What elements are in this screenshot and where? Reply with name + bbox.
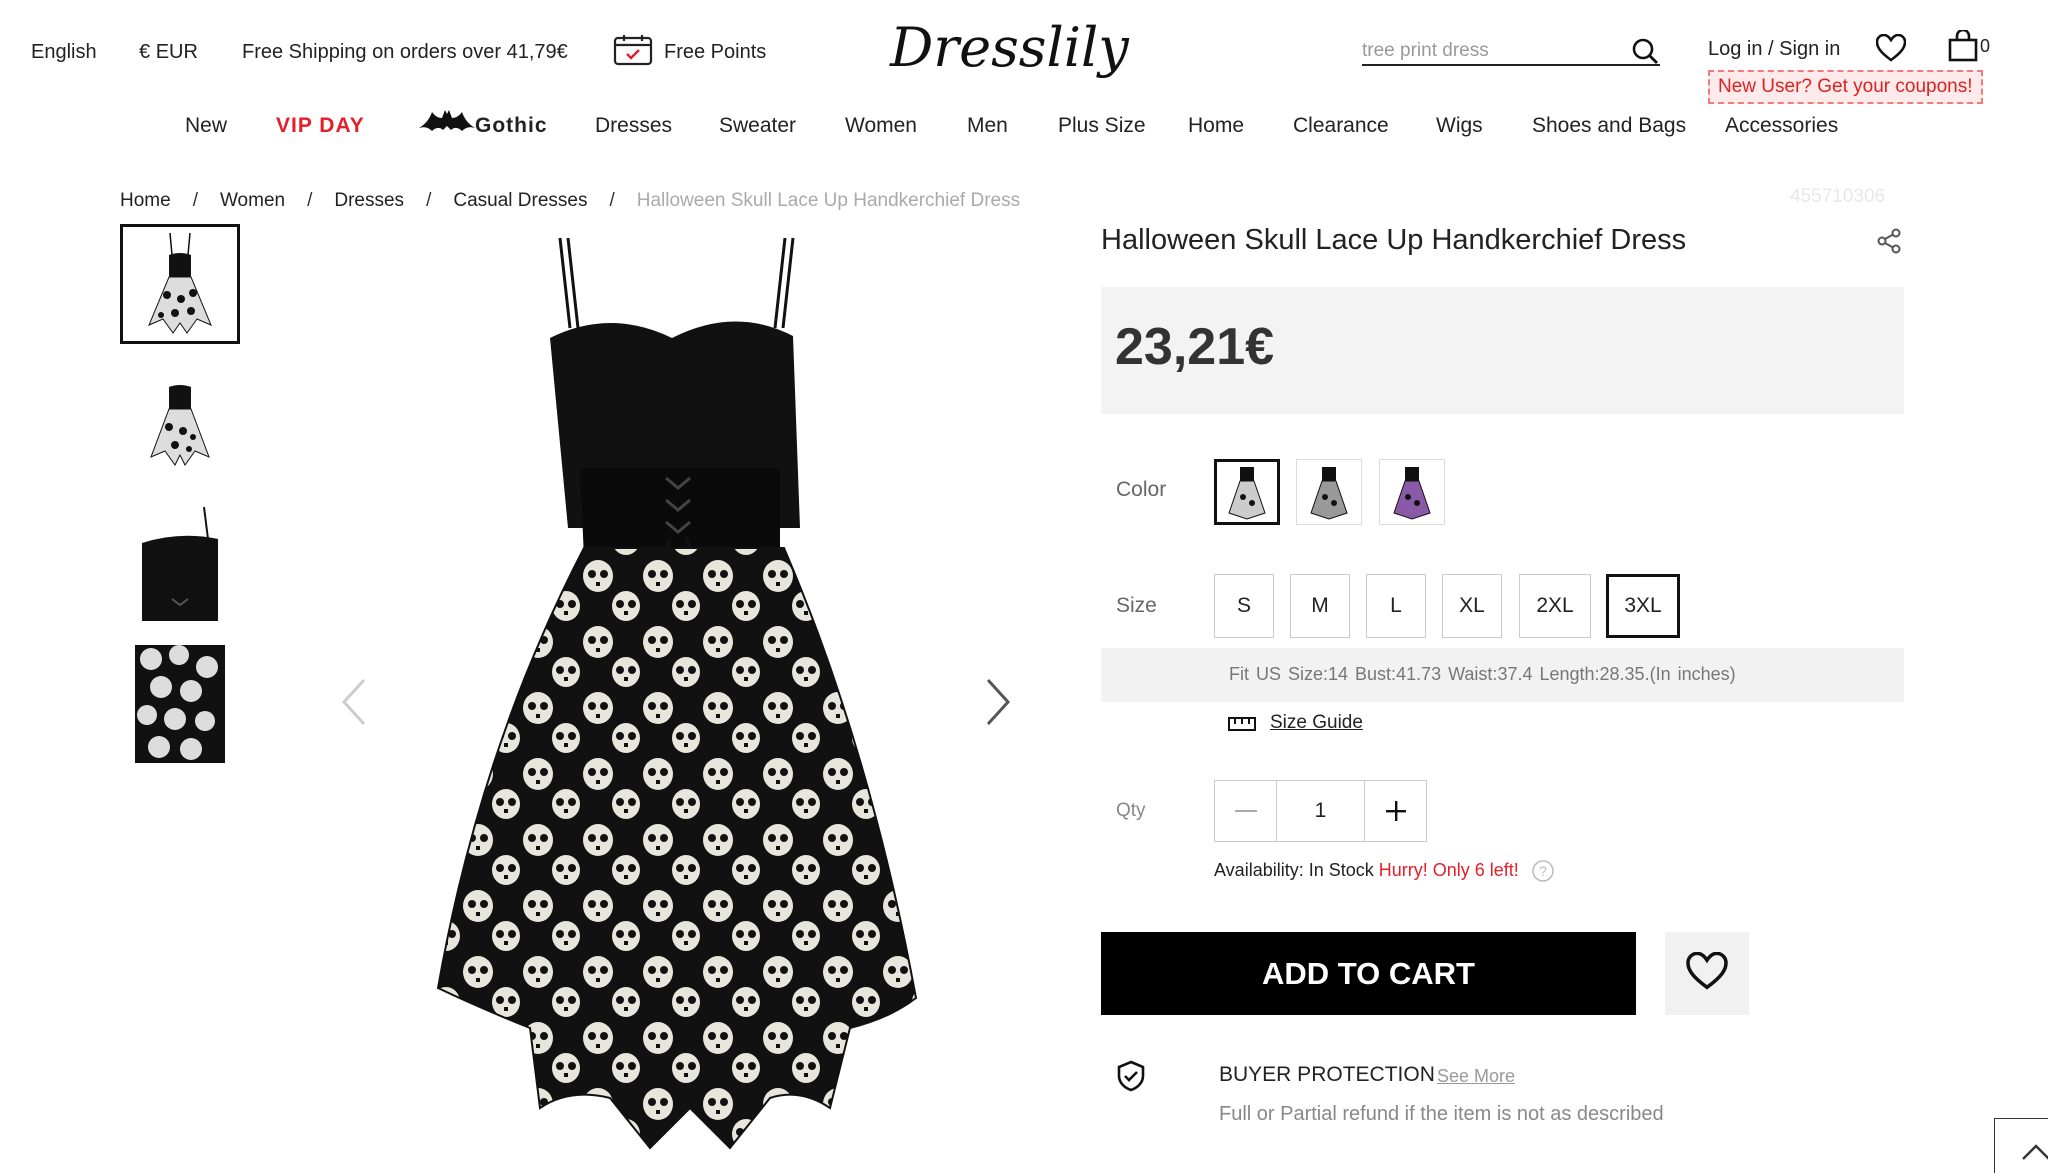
- calendar-icon[interactable]: [613, 34, 655, 66]
- availability-status: Availability: In Stock: [1214, 860, 1374, 880]
- color-swatch-black-white[interactable]: [1214, 459, 1280, 525]
- heart-icon: [1686, 951, 1728, 995]
- size-2xl-button[interactable]: 2XL: [1519, 574, 1591, 638]
- search-input[interactable]: [1362, 38, 1612, 64]
- search-bar: [1362, 34, 1660, 66]
- product-price: 23,21€: [1115, 318, 1275, 376]
- size-l-button[interactable]: L: [1366, 574, 1426, 638]
- nav-clearance[interactable]: Clearance: [1293, 114, 1389, 138]
- language-selector[interactable]: English: [31, 40, 97, 64]
- cart-count: 0: [1980, 36, 1991, 56]
- color-label: Color: [1116, 478, 1167, 501]
- nav-sweater[interactable]: Sweater: [719, 114, 796, 138]
- size-s-button[interactable]: S: [1214, 574, 1274, 638]
- add-to-cart-button[interactable]: ADD TO CART: [1101, 932, 1636, 1015]
- svg-text:?: ?: [1539, 863, 1547, 879]
- help-icon[interactable]: ?: [1532, 860, 1554, 882]
- search-icon[interactable]: [1630, 36, 1660, 66]
- thumbnail-bodice-detail[interactable]: [120, 502, 240, 622]
- new-user-coupon-link[interactable]: New User? Get your coupons!: [1708, 70, 1983, 104]
- add-to-wishlist-button[interactable]: [1665, 932, 1749, 1015]
- color-swatch-gray[interactable]: [1296, 459, 1362, 525]
- back-to-top-button[interactable]: [1994, 1118, 2048, 1173]
- nav-men[interactable]: Men: [967, 114, 1008, 138]
- buyer-protection-title: BUYER PROTECTION: [1219, 1063, 1435, 1086]
- shield-check-icon: [1116, 1060, 1146, 1092]
- free-points-link[interactable]: Free Points: [664, 40, 766, 64]
- size-xl-button[interactable]: XL: [1442, 574, 1502, 638]
- share-icon[interactable]: [1876, 228, 1902, 254]
- breadcrumb-current: Halloween Skull Lace Up Handkerchief Dre…: [636, 190, 1021, 211]
- wishlist-heart-icon[interactable]: [1875, 33, 1907, 62]
- breadcrumb-casual-dresses[interactable]: Casual Dresses: [453, 190, 587, 212]
- dresslily-logo[interactable]: Dresslily: [882, 12, 1142, 92]
- breadcrumb: Home / Women / Dresses / Casual Dresses / Hallow…: [120, 190, 1020, 212]
- previous-image-arrow[interactable]: [334, 672, 374, 732]
- nav-wigs[interactable]: Wigs: [1436, 114, 1483, 138]
- thumbnail-back[interactable]: [120, 360, 240, 480]
- size-guide-text: Size Guide: [1270, 712, 1363, 733]
- fit-info-text: Fit US Size:14 Bust:41.73 Waist:37.4 Len…: [1229, 664, 1736, 684]
- main-nav: New VIP DAY Gothic Dresses Sweater Women…: [0, 112, 2048, 144]
- top-bar: English € EUR Free Shipping on orders ov…: [0, 0, 2048, 104]
- breadcrumb-separator: /: [307, 190, 313, 211]
- nav-accessories[interactable]: Accessories: [1725, 114, 1838, 138]
- breadcrumb-women[interactable]: Women: [220, 190, 285, 212]
- logo-text: Dresslily: [889, 16, 1130, 79]
- shopping-bag-icon[interactable]: [1948, 28, 1978, 62]
- quantity-stepper: [1214, 780, 1427, 842]
- currency-symbol: €: [139, 41, 151, 63]
- buyer-protection-description: Full or Partial refund if the item is no…: [1219, 1103, 1664, 1125]
- breadcrumb-separator: /: [192, 190, 198, 211]
- size-3xl-button[interactable]: 3XL: [1606, 574, 1680, 638]
- see-more-link[interactable]: See More: [1437, 1066, 1515, 1087]
- size-m-button[interactable]: M: [1290, 574, 1350, 638]
- nav-home[interactable]: Home: [1188, 114, 1244, 138]
- thumbnail-front[interactable]: [120, 224, 240, 344]
- currency-selector[interactable]: € EUR: [139, 40, 198, 64]
- minus-icon[interactable]: [1215, 781, 1277, 841]
- low-stock-warning: Hurry! Only 6 left!: [1378, 860, 1519, 880]
- breadcrumb-dresses[interactable]: Dresses: [334, 190, 404, 212]
- color-swatch-purple[interactable]: [1379, 459, 1445, 525]
- availability: Availability: In Stock Hurry! Only 6 lef…: [1214, 860, 1554, 882]
- breadcrumb-home[interactable]: Home: [120, 190, 171, 212]
- nav-shoes-and-bags[interactable]: Shoes and Bags: [1532, 114, 1686, 138]
- thumbnail-fabric-detail[interactable]: [120, 644, 240, 764]
- free-shipping-text: Free Shipping on orders over 41,79€: [242, 41, 568, 63]
- currency-code: EUR: [155, 41, 198, 63]
- price-box: 23,21€: [1101, 287, 1904, 414]
- product-title: Halloween Skull Lace Up Handkerchief Dre…: [1101, 224, 1687, 256]
- qty-label: Qty: [1116, 800, 1146, 821]
- ruler-icon: [1228, 716, 1256, 732]
- nav-gothic[interactable]: Gothic: [475, 114, 548, 138]
- nav-new[interactable]: New: [185, 114, 227, 138]
- login-signin-link[interactable]: Log in / Sign in: [1708, 38, 1840, 61]
- nav-dresses[interactable]: Dresses: [595, 114, 672, 138]
- breadcrumb-separator: /: [609, 190, 615, 211]
- chevron-up-icon: [2021, 1143, 2048, 1166]
- quantity-input[interactable]: [1277, 781, 1364, 841]
- nav-women[interactable]: Women: [845, 114, 917, 138]
- product-sku: 455710306: [1790, 186, 1886, 207]
- product-main-image[interactable]: [400, 228, 960, 1158]
- breadcrumb-separator: /: [426, 190, 432, 211]
- next-image-arrow[interactable]: [978, 672, 1018, 732]
- size-label: Size: [1116, 594, 1157, 617]
- fit-info-box: Fit US Size:14 Bust:41.73 Waist:37.4 Len…: [1101, 648, 1904, 702]
- size-guide-link[interactable]: Size Guide: [1228, 710, 1428, 740]
- bat-icon: [418, 106, 476, 134]
- nav-plus-size[interactable]: Plus Size: [1058, 114, 1146, 138]
- plus-icon[interactable]: [1364, 781, 1426, 841]
- nav-vip-day[interactable]: VIP DAY: [276, 114, 365, 138]
